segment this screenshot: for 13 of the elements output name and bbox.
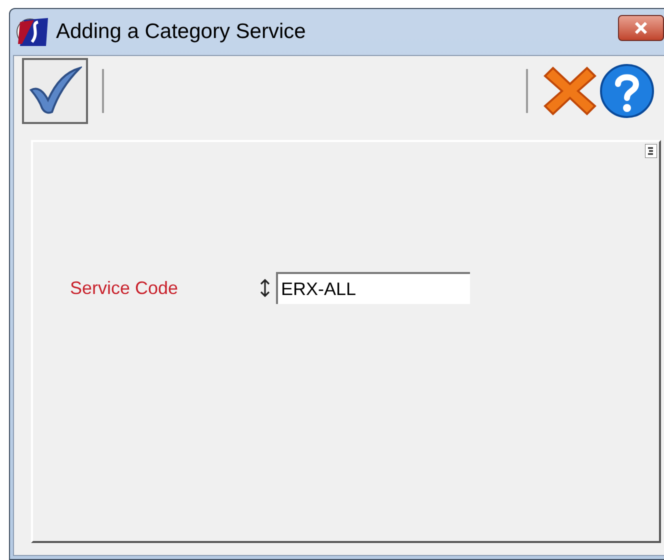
- checkmark-icon: [28, 66, 82, 116]
- sort-arrows-icon: [260, 279, 270, 297]
- close-icon: [634, 22, 648, 34]
- service-code-field[interactable]: ERX-ALL: [276, 272, 470, 304]
- help-icon: [599, 63, 655, 119]
- panel-menu-icon: [645, 144, 657, 158]
- app-logo-icon: [16, 16, 50, 48]
- help-button[interactable]: [598, 62, 656, 120]
- cross-icon: [543, 64, 597, 118]
- close-button[interactable]: [618, 15, 664, 41]
- confirm-button[interactable]: [22, 58, 88, 124]
- window-title: Adding a Category Service: [56, 19, 306, 46]
- field-label: Service Code: [70, 276, 180, 300]
